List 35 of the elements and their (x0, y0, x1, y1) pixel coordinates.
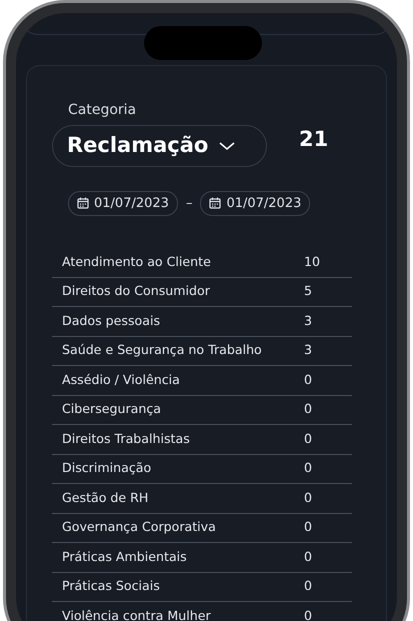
total-count: 21 (299, 126, 328, 153)
range-separator: – (186, 194, 192, 212)
category-dropdown[interactable]: Reclamação (52, 125, 267, 166)
category-count: 3 (304, 312, 312, 330)
date-field[interactable]: 01/07/2023 (200, 190, 310, 216)
category-name: Práticas Sociais (62, 577, 161, 596)
category-count: 0 (304, 370, 312, 389)
category-name: Violência contra Mulher (62, 607, 212, 621)
category-name: Direitos do Consumidor (62, 282, 211, 300)
category-count: 0 (304, 430, 312, 448)
calendar-icon (77, 197, 89, 210)
category-name: Práticas Ambientais (62, 548, 188, 566)
category-count: 0 (304, 548, 312, 566)
date-field[interactable]: 01/07/2023 (68, 190, 178, 216)
category-name: Dados pessoais (62, 312, 162, 330)
calendar-icon (209, 197, 222, 210)
category-name: Assédio / Violência (62, 370, 181, 389)
category-count: 0 (304, 459, 312, 478)
category-count: 0 (304, 607, 312, 621)
category-count: 10 (304, 252, 320, 271)
category-name: Gestão de RH (62, 488, 150, 507)
category-count: 5 (304, 282, 312, 300)
category-name: Cibersegurança (62, 400, 162, 418)
category-name: Governança Corporativa (62, 518, 217, 536)
chevron-down-icon (218, 140, 236, 151)
category-count: 0 (304, 518, 312, 536)
category-count: 0 (304, 577, 312, 596)
category-count: 3 (304, 341, 312, 360)
category-name: Direitos Trabalhistas (62, 430, 191, 448)
category-name: Discriminação (62, 459, 152, 478)
category-count: 0 (304, 400, 312, 418)
field-label: Categoria (68, 101, 138, 120)
category-name: Saúde e Segurança no Trabalho (62, 341, 263, 360)
category-name: Atendimento ao Cliente (62, 252, 212, 271)
category-count: 0 (304, 488, 312, 507)
